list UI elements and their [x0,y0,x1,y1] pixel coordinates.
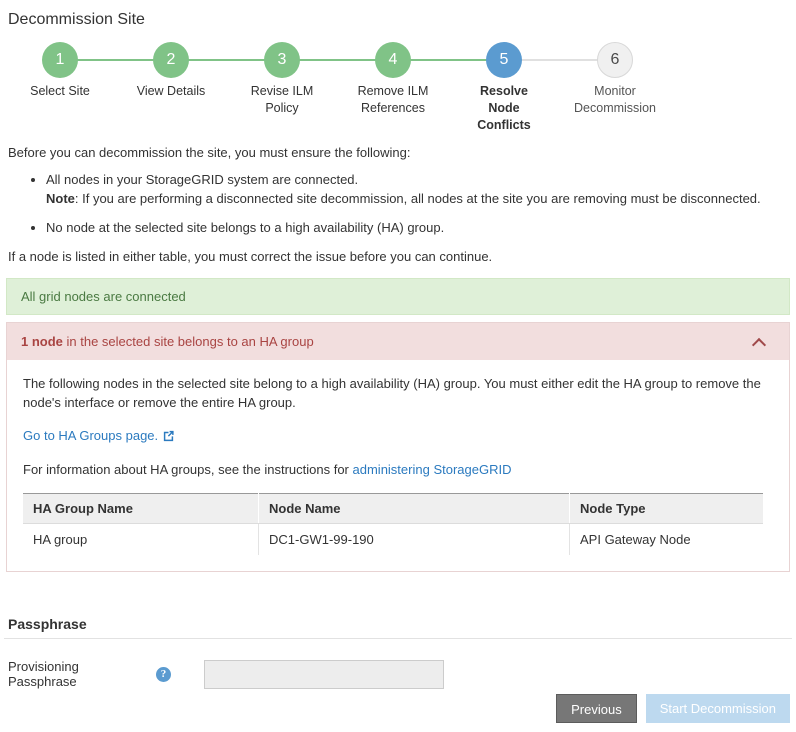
step-2-number: 2 [153,42,189,78]
requirement-item-1: All nodes in your StorageGRID system are… [46,170,788,208]
requirements-intro: Before you can decommission the site, yo… [0,143,796,266]
column-header-node-type: Node Type [570,494,764,524]
step-2-label: View Details [125,83,217,100]
ha-group-conflict-panel: 1 node in the selected site belongs to a… [6,322,790,572]
ha-conflict-body: The following nodes in the selected site… [7,360,789,571]
help-icon[interactable]: ? [156,667,171,682]
note-text: : If you are performing a disconnected s… [75,191,761,206]
cell-node-type: API Gateway Node [570,524,764,556]
provisioning-passphrase-row: Provisioning Passphrase ? [8,659,788,689]
ha-conflict-count: 1 node [21,334,63,349]
intro-lead: Before you can decommission the site, yo… [8,143,788,162]
step-3-label: Revise ILM Policy [236,83,328,117]
stepper-step-3[interactable]: 3 Revise ILM Policy [227,42,337,117]
requirement-2-text: No node at the selected site belongs to … [46,220,444,235]
section-divider [4,638,792,639]
passphrase-section: Passphrase Provisioning Passphrase ? [0,616,796,689]
wizard-button-row: Previous Start Decommission [556,694,790,723]
requirement-1-text: All nodes in your StorageGRID system are… [46,172,358,187]
note-label: Note [46,191,75,206]
ha-conflict-header[interactable]: 1 node in the selected site belongs to a… [7,323,789,360]
step-3-number: 3 [264,42,300,78]
ha-table-head: HA Group Name Node Name Node Type [23,494,763,524]
previous-button[interactable]: Previous [556,694,637,723]
cell-ha-group-name: HA group [23,524,259,556]
cell-node-name: DC1-GW1-99-190 [259,524,570,556]
step-5-label: Resolve Node Conflicts [475,83,533,134]
intro-footer: If a node is listed in either table, you… [8,247,788,266]
ha-groups-link-row: Go to HA Groups page. [23,426,773,447]
step-1-number: 1 [42,42,78,78]
decommission-stepper: 1 Select Site 2 View Details 3 Revise IL… [0,42,796,137]
requirement-item-2: No node at the selected site belongs to … [46,218,788,237]
ha-table-body: HA group DC1-GW1-99-190 API Gateway Node [23,524,763,556]
administering-storagegrid-link[interactable]: administering StorageGRID [353,462,512,477]
provisioning-passphrase-label: Provisioning Passphrase [8,659,148,689]
step-4-label: Remove ILM References [347,83,439,117]
column-header-node-name: Node Name [259,494,570,524]
provisioning-passphrase-input[interactable] [204,660,444,689]
step-5-number: 5 [486,42,522,78]
chevron-up-icon[interactable] [753,337,767,347]
step-1-label: Select Site [14,83,106,100]
external-link-icon [162,428,175,447]
requirements-list: All nodes in your StorageGRID system are… [8,170,788,237]
ha-conflict-headline-rest: in the selected site belongs to an HA gr… [63,334,314,349]
passphrase-section-title: Passphrase [8,616,788,632]
stepper-step-1[interactable]: 1 Select Site [5,42,115,100]
ha-conflict-headline: 1 node in the selected site belongs to a… [21,333,314,350]
stepper-step-4[interactable]: 4 Remove ILM References [338,42,448,117]
column-header-ha-group-name: HA Group Name [23,494,259,524]
stepper-step-2[interactable]: 2 View Details [116,42,226,100]
page-title: Decommission Site [0,0,796,30]
all-nodes-connected-banner: All grid nodes are connected [6,278,790,315]
step-4-number: 4 [375,42,411,78]
step-6-label: Monitor Decommission [561,83,669,117]
step-6-number: 6 [597,42,633,78]
start-decommission-button[interactable]: Start Decommission [646,694,790,723]
status-banners: All grid nodes are connected 1 node in t… [0,278,796,572]
ha-conflict-description: The following nodes in the selected site… [23,374,773,412]
table-header-row: HA Group Name Node Name Node Type [23,494,763,524]
table-row: HA group DC1-GW1-99-190 API Gateway Node [23,524,763,556]
ha-conflicts-table: HA Group Name Node Name Node Type HA gro… [23,493,763,555]
ha-instructions-row: For information about HA groups, see the… [23,460,773,479]
stepper-step-6[interactable]: 6 Monitor Decommission [560,42,670,117]
stepper-step-5[interactable]: 5 Resolve Node Conflicts [449,42,559,134]
go-to-ha-groups-link[interactable]: Go to HA Groups page. [23,428,158,443]
ha-instructions-prefix: For information about HA groups, see the… [23,462,353,477]
success-banner-text: All grid nodes are connected [21,289,186,304]
